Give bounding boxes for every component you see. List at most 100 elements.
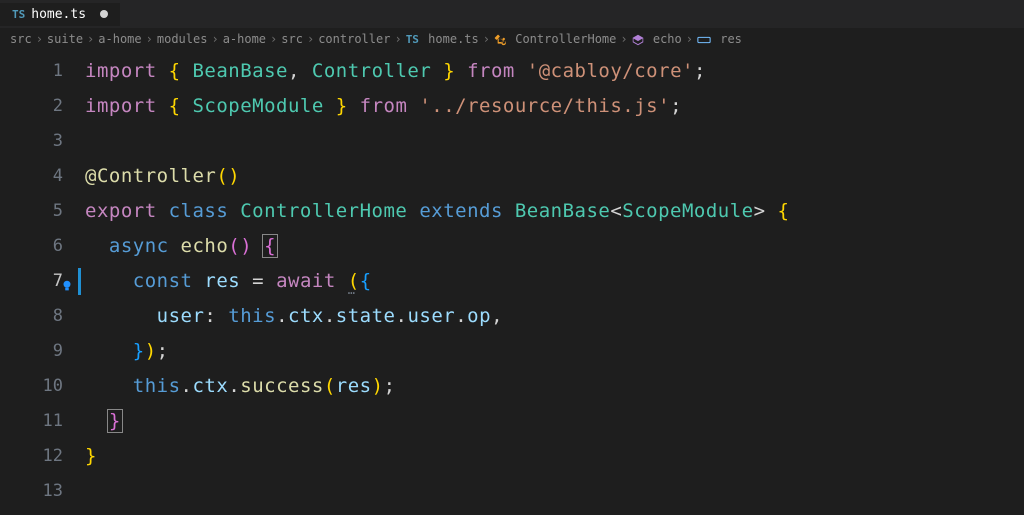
breadcrumb-separator: › <box>87 32 94 46</box>
token-string: '../resource/this.js' <box>419 95 670 117</box>
code-content[interactable]: user: this.ctx.state.user.op, <box>85 299 503 334</box>
breadcrumb-label: ControllerHome <box>515 32 616 46</box>
breadcrumb-label: src <box>10 32 32 46</box>
code-content[interactable]: export class ControllerHome extends Bean… <box>85 194 789 229</box>
code-content[interactable]: }); <box>85 334 169 369</box>
breadcrumb-separator: › <box>146 32 153 46</box>
code-content[interactable]: const res = await ({ <box>85 264 372 299</box>
token-text <box>85 375 133 397</box>
code-editor[interactable]: 1import { BeanBase, Controller } from '@… <box>0 50 1024 509</box>
token-paren: () <box>216 165 240 187</box>
modification-bar <box>78 268 81 295</box>
token-punct: = <box>240 270 276 292</box>
code-line[interactable]: 6 async echo() { <box>0 229 1024 264</box>
code-line[interactable]: 10 this.ctx.success(res); <box>0 369 1024 404</box>
breadcrumb-class[interactable]: ControllerHome <box>494 32 616 46</box>
breadcrumb-folder[interactable]: a-home <box>223 32 266 46</box>
breadcrumb-label: suite <box>47 32 83 46</box>
breadcrumb-file[interactable]: TS home.ts <box>406 32 479 46</box>
code-line[interactable]: 13 <box>0 474 1024 509</box>
token-paren: ) <box>145 340 157 362</box>
breadcrumb-folder[interactable]: src <box>281 32 303 46</box>
token-type: ControllerHome <box>240 200 407 222</box>
breadcrumb-folder[interactable]: controller <box>318 32 390 46</box>
token-kw-export: export <box>85 200 169 222</box>
token-text <box>85 235 109 257</box>
token-punct: . <box>455 305 467 327</box>
token-prop: state <box>336 305 396 327</box>
code-content[interactable]: } <box>85 439 97 474</box>
method-icon <box>632 33 644 46</box>
token-kw-from: from <box>467 60 527 82</box>
breadcrumb-label: controller <box>318 32 390 46</box>
token-punct: . <box>396 305 408 327</box>
line-number: 12 <box>0 439 85 474</box>
token-text <box>336 270 348 292</box>
breadcrumb-separator: › <box>686 32 693 46</box>
breadcrumb-folder[interactable]: suite <box>47 32 83 46</box>
class-icon <box>494 33 506 46</box>
breadcrumb-separator: › <box>307 32 314 46</box>
code-content[interactable]: import { ScopeModule } from '../resource… <box>85 89 682 124</box>
lightbulb-icon[interactable] <box>60 272 74 286</box>
line-number: 13 <box>0 474 85 509</box>
token-brace3: } <box>133 340 145 362</box>
breadcrumb-separator: › <box>483 32 490 46</box>
token-brace: } <box>85 445 97 467</box>
breadcrumb-folder[interactable]: src <box>10 32 32 46</box>
token-punct: ; <box>694 60 706 82</box>
code-line[interactable]: 5export class ControllerHome extends Bea… <box>0 194 1024 229</box>
breadcrumb-separator: › <box>394 32 401 46</box>
code-content[interactable]: } <box>85 404 121 439</box>
token-brace2: { <box>262 234 278 258</box>
token-paren: ) <box>372 375 384 397</box>
token-text <box>85 340 133 362</box>
breadcrumb-separator: › <box>36 32 43 46</box>
line-number: 11 <box>0 404 85 439</box>
code-line[interactable]: 1import { BeanBase, Controller } from '@… <box>0 54 1024 89</box>
breadcrumb-separator: › <box>211 32 218 46</box>
code-line[interactable]: 12} <box>0 439 1024 474</box>
code-line[interactable]: 7 const res = await ({ <box>0 264 1024 299</box>
breadcrumb-label: a-home <box>98 32 141 46</box>
breadcrumb-method[interactable]: echo <box>632 32 682 46</box>
code-line[interactable]: 9 }); <box>0 334 1024 369</box>
token-punct: . <box>181 375 193 397</box>
line-number: 9 <box>0 334 85 369</box>
token-type: BeanBase <box>515 200 611 222</box>
token-kw-const: const <box>133 270 205 292</box>
tab-filename: home.ts <box>31 7 86 22</box>
token-punct: ; <box>384 375 396 397</box>
variable-icon <box>697 33 711 46</box>
code-line[interactable]: 2import { ScopeModule } from '../resourc… <box>0 89 1024 124</box>
code-content[interactable]: this.ctx.success(res); <box>85 369 396 404</box>
token-func: echo <box>181 235 229 257</box>
token-punct: ; <box>670 95 682 117</box>
token-text <box>85 305 157 327</box>
breadcrumb-label: modules <box>157 32 208 46</box>
token-prop: op <box>467 305 491 327</box>
token-string: '@cabloy/core' <box>527 60 694 82</box>
token-kw-this: this <box>228 305 276 327</box>
token-type: BeanBase <box>192 60 288 82</box>
breadcrumb-folder[interactable]: modules <box>157 32 208 46</box>
code-content[interactable]: import { BeanBase, Controller } from '@c… <box>85 54 706 89</box>
code-content[interactable]: @Controller() <box>85 159 240 194</box>
code-line[interactable]: 11 } <box>0 404 1024 439</box>
code-line[interactable]: 4@Controller() <box>0 159 1024 194</box>
code-content[interactable]: async echo() { <box>85 229 276 264</box>
token-text <box>85 270 133 292</box>
token-paren: ( <box>348 270 360 292</box>
editor-tab[interactable]: TS home.ts <box>0 3 120 26</box>
token-kw-await: i <box>312 270 324 292</box>
code-line[interactable]: 8 user: this.ctx.state.user.op, <box>0 299 1024 334</box>
token-text <box>85 410 109 432</box>
breadcrumb-variable[interactable]: res <box>697 32 742 46</box>
token-paren2: () <box>228 235 264 257</box>
code-line[interactable]: 3 <box>0 124 1024 159</box>
token-prop: ctx <box>192 375 228 397</box>
token-punct: > <box>754 200 778 222</box>
breadcrumb-label: a-home <box>223 32 266 46</box>
breadcrumb-folder[interactable]: a-home <box>98 32 141 46</box>
token-kw-from: from <box>360 95 420 117</box>
